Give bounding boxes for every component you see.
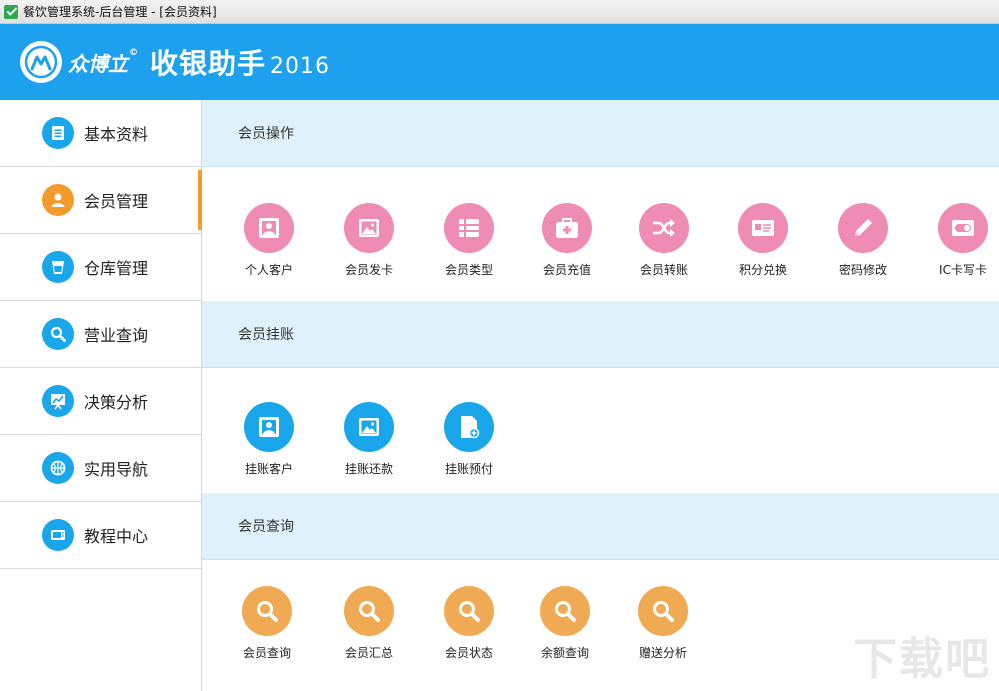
sidebar-item-business-query[interactable]: 营业查询: [0, 301, 201, 368]
section-title: 会员挂账: [238, 327, 294, 343]
document-icon: [42, 117, 74, 149]
tile-password-change[interactable]: 密码修改: [823, 203, 903, 278]
search-icon: [638, 586, 688, 636]
tile-member-transfer[interactable]: 会员转账: [624, 203, 704, 278]
sidebar-item-label: 营业查询: [84, 326, 149, 345]
list-icon: [444, 203, 494, 253]
section-header-member-operations: 会员操作: [202, 100, 999, 167]
sidebar-item-tutorial-center[interactable]: 教程中心: [0, 502, 201, 569]
tv-icon: [42, 519, 74, 551]
search-icon: [344, 586, 394, 636]
tile-points-exchange[interactable]: 积分兑换: [723, 203, 803, 278]
tile-label: 会员发卡: [344, 263, 393, 277]
sidebar-item-label: 仓库管理: [84, 259, 149, 278]
tile-label: 密码修改: [838, 263, 887, 277]
tile-label: 个人客户: [244, 263, 293, 277]
window-titlebar: 餐饮管理系统-后台管理 - [会员资料]: [0, 0, 999, 24]
tile-label: 会员转账: [639, 263, 688, 277]
tile-label: 会员汇总: [344, 646, 393, 660]
shuffle-icon: [639, 203, 689, 253]
tile-label: 挂账客户: [244, 462, 293, 476]
medkit-icon: [542, 203, 592, 253]
tile-member-recharge[interactable]: 会员充值: [527, 203, 607, 278]
tile-member-issue-card[interactable]: 会员发卡: [329, 203, 409, 278]
logo-icon: [20, 41, 62, 83]
app-header: 众博立© 收银助手 2016: [0, 24, 999, 100]
app-icon: [4, 4, 18, 19]
tile-label: 会员充值: [542, 263, 591, 277]
tile-member-summary[interactable]: 会员汇总: [329, 586, 409, 661]
sidebar-item-member-management[interactable]: 会员管理: [0, 167, 202, 234]
sidebar: 基本资料 会员管理 仓库管理 营业查询 决策分析 实用导航 教程中心: [0, 100, 202, 691]
tile-member-query[interactable]: 会员查询: [227, 586, 307, 661]
sidebar-item-navigation[interactable]: 实用导航: [0, 435, 201, 502]
product-title: 收银助手 2016: [150, 47, 331, 80]
sidebar-item-label: 决策分析: [84, 393, 149, 412]
tile-label: 挂账预付: [444, 462, 493, 476]
tile-credit-repayment[interactable]: 挂账还款: [329, 402, 409, 477]
section-member-operations: 个人客户 会员发卡 会员类型 会员充值 会员转账 积分兑换 密码修改 IC卡写卡: [202, 167, 999, 301]
tile-ic-card-write[interactable]: IC卡写卡: [923, 203, 999, 278]
sidebar-item-decision-analysis[interactable]: 决策分析: [0, 368, 201, 435]
tile-member-status[interactable]: 会员状态: [429, 586, 509, 661]
tile-balance-query[interactable]: 余额查询: [525, 586, 605, 661]
sidebar-item-warehouse[interactable]: 仓库管理: [0, 234, 201, 301]
id-card-icon: [738, 203, 788, 253]
search-icon: [42, 318, 74, 350]
search-icon: [540, 586, 590, 636]
portrait-icon: [244, 203, 294, 253]
window-title: 餐饮管理系统-后台管理 - [会员资料]: [23, 5, 217, 19]
section-header-member-query: 会员查询: [202, 493, 999, 560]
portrait-icon: [244, 402, 294, 452]
section-member-credit: 挂账客户 挂账还款 挂账预付: [202, 368, 999, 493]
tile-personal-customer[interactable]: 个人客户: [229, 203, 309, 278]
sidebar-item-basic-info[interactable]: 基本资料: [0, 100, 201, 167]
section-header-member-credit: 会员挂账: [202, 301, 999, 368]
picture-icon: [344, 203, 394, 253]
tile-label: 积分兑换: [738, 263, 787, 277]
brand-name: 众博立©: [68, 47, 138, 76]
tile-label: 会员类型: [444, 263, 493, 277]
pencil-icon: [838, 203, 888, 253]
tile-label: 余额查询: [540, 646, 589, 660]
sidebar-item-label: 实用导航: [84, 460, 149, 479]
watermark: 下载吧: [853, 634, 991, 685]
sidebar-item-label: 基本资料: [84, 125, 149, 144]
toggle-card-icon: [938, 203, 988, 253]
section-title: 会员查询: [238, 519, 294, 535]
user-icon: [42, 184, 74, 216]
search-icon: [242, 586, 292, 636]
sidebar-item-label: 会员管理: [84, 192, 149, 211]
basketball-icon: [42, 452, 74, 484]
sidebar-item-label: 教程中心: [84, 527, 149, 546]
tile-label: 赠送分析: [638, 646, 687, 660]
search-icon: [444, 586, 494, 636]
tile-label: 会员状态: [444, 646, 493, 660]
cup-icon: [42, 251, 74, 283]
main-content: 会员操作 个人客户 会员发卡 会员类型 会员充值 会员转账 积分兑换 密码修改 …: [202, 100, 999, 691]
chart-icon: [42, 385, 74, 417]
tile-credit-customer[interactable]: 挂账客户: [229, 402, 309, 477]
picture-icon: [344, 402, 394, 452]
tile-gift-analysis[interactable]: 赠送分析: [623, 586, 703, 661]
section-title: 会员操作: [238, 126, 294, 142]
tile-label: 会员查询: [242, 646, 291, 660]
tile-label: IC卡写卡: [939, 263, 987, 277]
tile-label: 挂账还款: [344, 462, 393, 476]
tile-member-type[interactable]: 会员类型: [429, 203, 509, 278]
file-plus-icon: [444, 402, 494, 452]
tile-credit-prepay[interactable]: 挂账预付: [429, 402, 509, 477]
